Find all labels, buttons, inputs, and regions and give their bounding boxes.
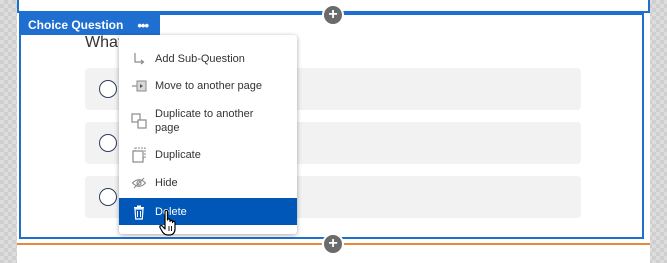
menu-item-add-sub-question[interactable]: Add Sub-Question	[119, 49, 297, 69]
radio-button-icon[interactable]	[99, 80, 117, 98]
trash-icon	[134, 205, 144, 220]
menu-item-label: Move to another page	[155, 80, 263, 92]
radio-button-icon[interactable]	[99, 134, 117, 152]
add-question-below-icon[interactable]: +	[322, 233, 344, 255]
menu-item-label: Duplicate	[155, 149, 201, 161]
duplicate-page-icon	[131, 113, 147, 129]
duplicate-icon	[132, 147, 146, 163]
move-page-icon	[132, 80, 147, 92]
choice-question-card[interactable]: Choice Question ••• Whate?	[19, 13, 644, 239]
question-context-menu: Add Sub-Question Move to another page Du…	[119, 35, 297, 234]
sub-question-icon	[134, 53, 145, 65]
question-type-tab[interactable]: Choice Question •••	[21, 15, 160, 35]
menu-item-label: Duplicate to another page	[155, 108, 254, 134]
hide-icon	[131, 177, 147, 189]
question-type-label: Choice Question	[28, 18, 124, 32]
survey-canvas: Choice Question ••• Whate? + +	[17, 0, 650, 263]
question-title-start: What	[85, 34, 123, 51]
menu-item-label: Hide	[155, 177, 178, 189]
add-question-above-icon[interactable]: +	[322, 4, 344, 26]
hand-pointer-cursor-icon	[159, 209, 176, 236]
menu-item-hide[interactable]: Hide	[119, 173, 297, 193]
menu-item-label: Add Sub-Question	[155, 53, 245, 65]
ellipsis-icon[interactable]: •••	[137, 18, 149, 33]
menu-item-move-to-another-page[interactable]: Move to another page	[119, 76, 297, 96]
menu-item-duplicate-to-another-page[interactable]: Duplicate to another page	[119, 105, 297, 137]
menu-item-duplicate[interactable]: Duplicate	[119, 145, 297, 165]
radio-button-icon[interactable]	[99, 188, 117, 206]
menu-item-delete[interactable]: Delete	[119, 198, 297, 225]
